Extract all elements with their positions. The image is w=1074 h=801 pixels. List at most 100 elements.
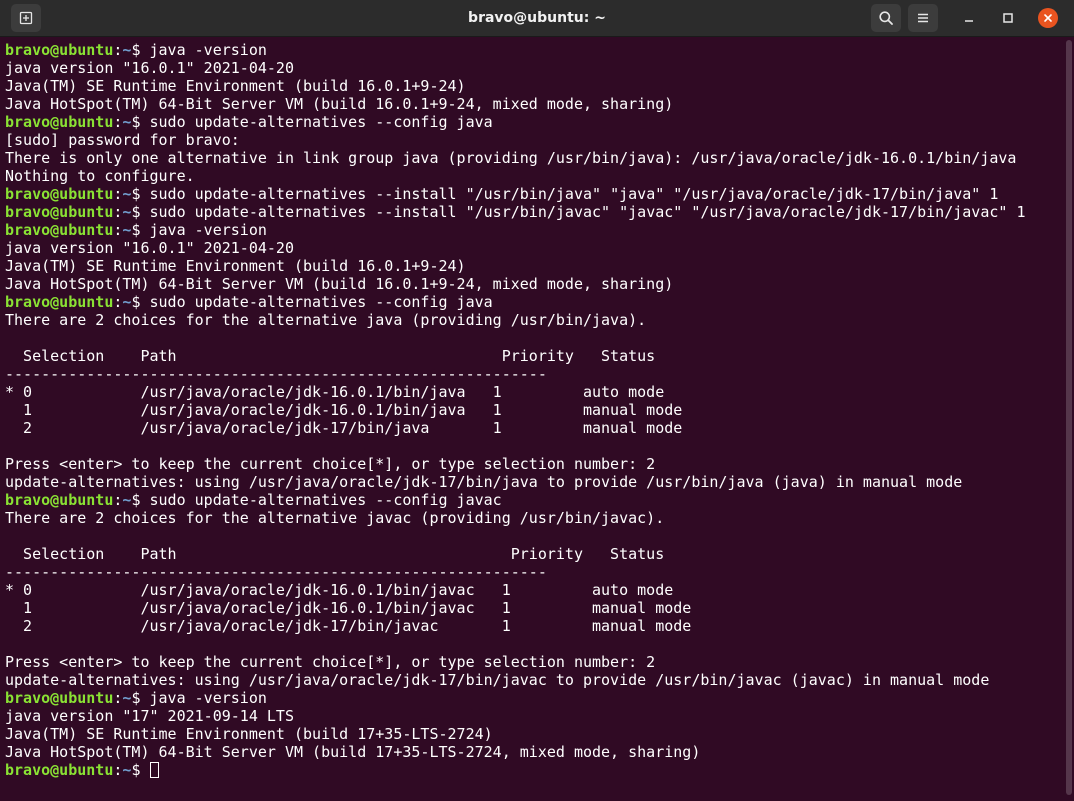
output-text: * 0 /usr/java/oracle/jdk-16.0.1/bin/java…: [5, 581, 674, 599]
output-line: There is only one alternative in link gr…: [5, 149, 1057, 167]
prompt-user-host: bravo@ubuntu: [5, 293, 114, 311]
prompt-user-host: bravo@ubuntu: [5, 761, 114, 779]
output-text: Java HotSpot(TM) 64-Bit Server VM (build…: [5, 95, 674, 113]
prompt-user-host: bravo@ubuntu: [5, 185, 114, 203]
output-text: java version "16.0.1" 2021-04-20: [5, 59, 294, 77]
terminal-cursor[interactable]: [149, 762, 159, 778]
output-text: There are 2 choices for the alternative …: [5, 311, 647, 329]
output-line: * 0 /usr/java/oracle/jdk-16.0.1/bin/java…: [5, 581, 1057, 599]
prompt-dollar: $: [131, 41, 150, 59]
output-line: java version "16.0.1" 2021-04-20: [5, 59, 1057, 77]
scrollbar[interactable]: [1064, 40, 1072, 797]
output-text: update-alternatives: using /usr/java/ora…: [5, 671, 990, 689]
output-text: Java(TM) SE Runtime Environment (build 1…: [5, 257, 466, 275]
output-line: 2 /usr/java/oracle/jdk-17/bin/java 1 man…: [5, 419, 1057, 437]
prompt-user-host: bravo@ubuntu: [5, 221, 114, 239]
output-line: java version "16.0.1" 2021-04-20: [5, 239, 1057, 257]
output-text: Java(TM) SE Runtime Environment (build 1…: [5, 725, 493, 743]
output-text: 2 /usr/java/oracle/jdk-17/bin/java 1 man…: [5, 419, 683, 437]
output-text: Selection Path Priority Status: [5, 347, 656, 365]
output-line: update-alternatives: using /usr/java/ora…: [5, 473, 1057, 491]
terminal-window: bravo@ubuntu: ~ bravo@ubuntu:~$ java -ve…: [0, 0, 1074, 801]
output-line: 2 /usr/java/oracle/jdk-17/bin/javac 1 ma…: [5, 617, 1057, 635]
title-bar[interactable]: bravo@ubuntu: ~: [0, 0, 1074, 37]
maximize-button[interactable]: [993, 4, 1023, 32]
search-button[interactable]: [871, 4, 901, 32]
output-line: Press <enter> to keep the current choice…: [5, 653, 1057, 671]
prompt-user-host: bravo@ubuntu: [5, 491, 114, 509]
output-text: Java HotSpot(TM) 64-Bit Server VM (build…: [5, 743, 701, 761]
output-text: Press <enter> to keep the current choice…: [5, 653, 656, 671]
close-button-circle[interactable]: [1038, 8, 1058, 28]
output-line: update-alternatives: using /usr/java/ora…: [5, 671, 1057, 689]
prompt-dollar: $: [131, 491, 150, 509]
minimize-icon: [965, 20, 973, 22]
output-text: 2 /usr/java/oracle/jdk-17/bin/javac 1 ma…: [5, 617, 692, 635]
output-line: Java HotSpot(TM) 64-Bit Server VM (build…: [5, 275, 1057, 293]
output-line: There are 2 choices for the alternative …: [5, 311, 1057, 329]
output-text: ----------------------------------------…: [5, 563, 547, 581]
command-text: java -version: [149, 221, 267, 239]
output-line: [sudo] password for bravo:: [5, 131, 1057, 149]
maximize-icon: [1003, 13, 1013, 23]
prompt-user-host: bravo@ubuntu: [5, 689, 114, 707]
output-text: [sudo] password for bravo:: [5, 131, 240, 149]
prompt-line: bravo@ubuntu:~$ java -version: [5, 689, 1057, 707]
command-text: java -version: [149, 689, 267, 707]
output-line: Java(TM) SE Runtime Environment (build 1…: [5, 257, 1057, 275]
output-text: 1 /usr/java/oracle/jdk-16.0.1/bin/java 1…: [5, 401, 683, 419]
output-text: Java HotSpot(TM) 64-Bit Server VM (build…: [5, 275, 674, 293]
prompt-dollar: $: [131, 221, 150, 239]
search-icon: [879, 11, 893, 25]
output-line: Java HotSpot(TM) 64-Bit Server VM (build…: [5, 95, 1057, 113]
hamburger-menu-icon: [918, 13, 928, 23]
command-text: sudo update-alternatives --install "/usr…: [149, 185, 999, 203]
command-text: sudo update-alternatives --config javac: [149, 491, 502, 509]
prompt-line: bravo@ubuntu:~$ sudo update-alternatives…: [5, 203, 1057, 221]
output-text: java version "16.0.1" 2021-04-20: [5, 239, 294, 257]
command-text: sudo update-alternatives --install "/usr…: [149, 203, 1026, 221]
output-text: 1 /usr/java/oracle/jdk-16.0.1/bin/javac …: [5, 599, 692, 617]
output-text: There are 2 choices for the alternative …: [5, 509, 665, 527]
prompt-user-host: bravo@ubuntu: [5, 203, 114, 221]
output-line: Java(TM) SE Runtime Environment (build 1…: [5, 725, 1057, 743]
output-text: There is only one alternative in link gr…: [5, 149, 1017, 167]
terminal-output[interactable]: bravo@ubuntu:~$ java -version java versio…: [5, 41, 1057, 797]
output-line: There are 2 choices for the alternative …: [5, 509, 1057, 527]
prompt-line: bravo@ubuntu:~$ java -version: [5, 221, 1057, 239]
output-text: Selection Path Priority Status: [5, 545, 665, 563]
prompt-line: bravo@ubuntu:~$ java -version: [5, 41, 1057, 59]
minimize-button[interactable]: [954, 4, 984, 32]
output-line: 1 /usr/java/oracle/jdk-16.0.1/bin/javac …: [5, 599, 1057, 617]
prompt-line: bravo@ubuntu:~$ sudo update-alternatives…: [5, 113, 1057, 131]
output-text: java version "17" 2021-09-14 LTS: [5, 707, 294, 725]
prompt-dollar: $: [131, 761, 150, 779]
output-text: Nothing to configure.: [5, 167, 195, 185]
prompt-line: bravo@ubuntu:~$ sudo update-alternatives…: [5, 491, 1057, 509]
prompt-dollar: $: [131, 203, 150, 221]
output-line: ----------------------------------------…: [5, 563, 1057, 581]
prompt-dollar: $: [131, 689, 150, 707]
prompt-user-host: bravo@ubuntu: [5, 41, 114, 59]
prompt-line: bravo@ubuntu:~$ sudo update-alternatives…: [5, 293, 1057, 311]
output-line: * 0 /usr/java/oracle/jdk-16.0.1/bin/java…: [5, 383, 1057, 401]
scrollbar-thumb[interactable]: [1066, 40, 1072, 795]
output-line: Selection Path Priority Status: [5, 347, 1057, 365]
prompt-dollar: $: [131, 293, 150, 311]
prompt-line: bravo@ubuntu:~$ sudo update-alternatives…: [5, 185, 1057, 203]
output-text: update-alternatives: using /usr/java/ora…: [5, 473, 963, 491]
output-line: Selection Path Priority Status: [5, 545, 1057, 563]
output-line: Java(TM) SE Runtime Environment (build 1…: [5, 77, 1057, 95]
close-button[interactable]: [1033, 4, 1063, 32]
menu-button[interactable]: [908, 4, 938, 32]
prompt-line: bravo@ubuntu:~$: [5, 761, 1057, 779]
output-line: 1 /usr/java/oracle/jdk-16.0.1/bin/java 1…: [5, 401, 1057, 419]
output-line: Press <enter> to keep the current choice…: [5, 455, 1057, 473]
output-line: Java HotSpot(TM) 64-Bit Server VM (build…: [5, 743, 1057, 761]
command-text: sudo update-alternatives --config java: [149, 293, 493, 311]
prompt-dollar: $: [131, 185, 150, 203]
command-text: sudo update-alternatives --config java: [149, 113, 493, 131]
